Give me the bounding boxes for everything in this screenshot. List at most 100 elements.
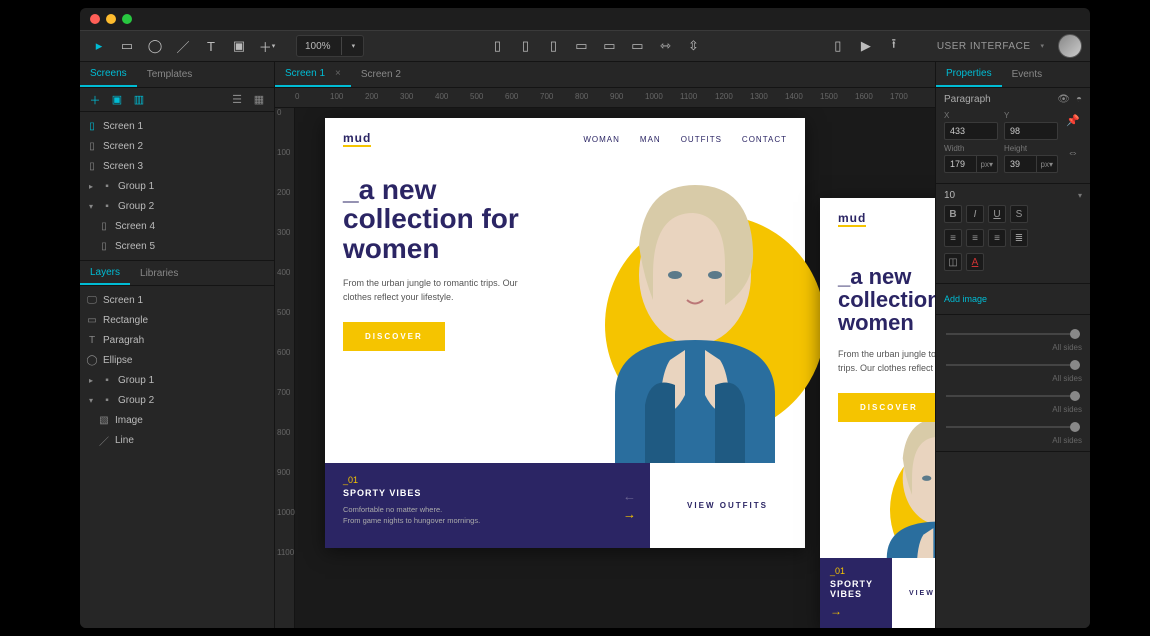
nav-link: MAN xyxy=(640,135,661,144)
border-slider[interactable] xyxy=(946,364,1080,366)
duplicate-screen-icon[interactable]: ▣ xyxy=(108,91,126,109)
folder-icon: ▪ xyxy=(101,374,113,386)
crop-icon[interactable]: ◫ xyxy=(944,253,962,271)
screen-item[interactable]: ▯Screen 4 xyxy=(80,216,274,236)
group-item[interactable]: ▾▪Group 2 xyxy=(80,196,274,216)
align-top-icon[interactable]: ▭ xyxy=(570,35,592,57)
screen-icon: ▯ xyxy=(86,120,98,132)
radius-slider[interactable] xyxy=(946,395,1080,397)
hero-headline: _a new collection for women xyxy=(838,265,935,334)
maximize-window-icon[interactable] xyxy=(122,14,132,24)
height-unit[interactable]: px ▾ xyxy=(1037,155,1058,173)
underline-icon[interactable]: U xyxy=(988,205,1006,223)
footer-title: SPORTY VIBES xyxy=(830,579,882,599)
hero-subtext: From the urban jungle to romantic trips.… xyxy=(343,277,533,304)
site-nav: WOMAN MAN OUTFITS CONTACT xyxy=(583,135,787,144)
align-middle-icon[interactable]: ▭ xyxy=(598,35,620,57)
text-tool-icon[interactable]: T xyxy=(200,35,222,57)
visibility-icon[interactable]: 👁 xyxy=(1057,94,1070,105)
document-tab[interactable]: Screen 2 xyxy=(351,62,411,87)
screen-item[interactable]: ▯Screen 2 xyxy=(80,136,274,156)
chevron-right-icon: ▸ xyxy=(86,376,96,385)
opacity-slider[interactable] xyxy=(946,333,1080,335)
height-input[interactable]: 39 xyxy=(1004,155,1037,173)
rectangle-tool-icon[interactable]: ▭ xyxy=(116,35,138,57)
align-bottom-icon[interactable]: ▭ xyxy=(626,35,648,57)
align-left-icon[interactable]: ≡ xyxy=(944,229,962,247)
close-tab-icon[interactable]: × xyxy=(335,68,341,79)
screen-item[interactable]: ▯Screen 5 xyxy=(80,236,274,256)
y-input[interactable]: 98 xyxy=(1004,122,1058,140)
tab-libraries[interactable]: Libraries xyxy=(130,261,188,285)
selected-element-label: Paragraph xyxy=(944,94,991,105)
artboard-desktop[interactable]: mud WOMAN MAN OUTFITS CONTACT xyxy=(325,118,805,548)
tab-layers[interactable]: Layers xyxy=(80,261,130,285)
monitor-icon: 🖵 xyxy=(86,294,98,306)
minimize-window-icon[interactable] xyxy=(106,14,116,24)
footer-number: _01 xyxy=(830,566,882,576)
font-size-input[interactable]: 10 xyxy=(944,190,1072,201)
width-unit[interactable]: px ▾ xyxy=(977,155,998,173)
chevron-down-icon: ▾ xyxy=(86,396,96,405)
layer-item[interactable]: ／Line xyxy=(80,430,274,450)
arrow-right-icon: → xyxy=(623,507,636,522)
text-color-icon[interactable]: A xyxy=(966,253,984,271)
layer-root[interactable]: 🖵Screen 1 xyxy=(80,290,274,310)
group-item[interactable]: ▸▪Group 1 xyxy=(80,176,274,196)
grid-view-icon[interactable]: ▦ xyxy=(250,91,268,109)
image-tool-icon[interactable]: ▣ xyxy=(228,35,250,57)
layer-item[interactable]: ▧Image xyxy=(80,410,274,430)
italic-icon[interactable]: I xyxy=(966,205,984,223)
style-icon[interactable]: ◓ xyxy=(1076,94,1082,105)
tab-templates[interactable]: Templates xyxy=(137,62,203,87)
tab-properties[interactable]: Properties xyxy=(936,62,1002,87)
add-screen-icon[interactable]: ＋ xyxy=(86,91,104,109)
strikethrough-icon[interactable]: S xyxy=(1010,205,1028,223)
layer-item[interactable]: ▭Rectangle xyxy=(80,310,274,330)
screen-item[interactable]: ▯Screen 1 xyxy=(80,116,274,136)
arrow-left-icon: ← xyxy=(623,489,636,503)
add-tool-icon[interactable]: ＋▾ xyxy=(256,35,278,57)
close-window-icon[interactable] xyxy=(90,14,100,24)
device-preview-icon[interactable]: ▯ xyxy=(827,35,849,57)
distribute-h-icon[interactable]: ⇿ xyxy=(654,35,676,57)
screen-item[interactable]: ▯Screen 3 xyxy=(80,156,274,176)
layer-item[interactable]: ◯Ellipse xyxy=(80,350,274,370)
canvas[interactable]: mud WOMAN MAN OUTFITS CONTACT xyxy=(295,108,935,628)
tab-events[interactable]: Events xyxy=(1002,62,1053,87)
tab-screens[interactable]: Screens xyxy=(80,62,137,87)
canvas-area: Screen 1× Screen 2 010020030040050060070… xyxy=(275,62,935,628)
align-center-icon[interactable]: ≡ xyxy=(966,229,984,247)
add-image-link[interactable]: Add image xyxy=(944,290,1082,308)
bold-icon[interactable]: B xyxy=(944,205,962,223)
list-view-icon[interactable]: ☰ xyxy=(228,91,246,109)
ellipse-tool-icon[interactable]: ◯ xyxy=(144,35,166,57)
align-right-icon[interactable]: ▯ xyxy=(542,35,564,57)
artboard-mobile[interactable]: mud xyxy=(820,198,935,628)
link-dimensions-icon[interactable]: ⇔ xyxy=(1064,144,1082,162)
layer-group[interactable]: ▸▪Group 1 xyxy=(80,370,274,390)
x-input[interactable]: 433 xyxy=(944,122,998,140)
document-tab[interactable]: Screen 1× xyxy=(275,62,351,87)
nav-link: CONTACT xyxy=(742,135,787,144)
upload-icon[interactable]: ⭱ xyxy=(883,35,905,57)
play-icon[interactable]: ▶ xyxy=(855,35,877,57)
pin-icon[interactable]: 📌 xyxy=(1064,111,1082,129)
screens-tree: ▯Screen 1 ▯Screen 2 ▯Screen 3 ▸▪Group 1 … xyxy=(80,112,274,260)
chevron-down-icon[interactable]: ▾ xyxy=(1078,191,1082,200)
line-tool-icon[interactable]: ／ xyxy=(172,35,194,57)
page-selector-label[interactable]: USER INTERFACE xyxy=(937,41,1031,52)
align-left-icon[interactable]: ▯ xyxy=(486,35,508,57)
align-justify-icon[interactable]: ≣ xyxy=(1010,229,1028,247)
width-input[interactable]: 179 xyxy=(944,155,977,173)
distribute-v-icon[interactable]: ⇳ xyxy=(682,35,704,57)
dock-screen-icon[interactable]: ▥ xyxy=(130,91,148,109)
layer-item[interactable]: TParagrah xyxy=(80,330,274,350)
pointer-tool-icon[interactable]: ▸ xyxy=(88,35,110,57)
zoom-dropdown[interactable]: 100% ▾ xyxy=(296,35,364,57)
user-avatar[interactable] xyxy=(1058,34,1082,58)
layer-group[interactable]: ▾▪Group 2 xyxy=(80,390,274,410)
align-right-icon[interactable]: ≡ xyxy=(988,229,1006,247)
align-center-h-icon[interactable]: ▯ xyxy=(514,35,536,57)
padding-slider[interactable] xyxy=(946,426,1080,428)
